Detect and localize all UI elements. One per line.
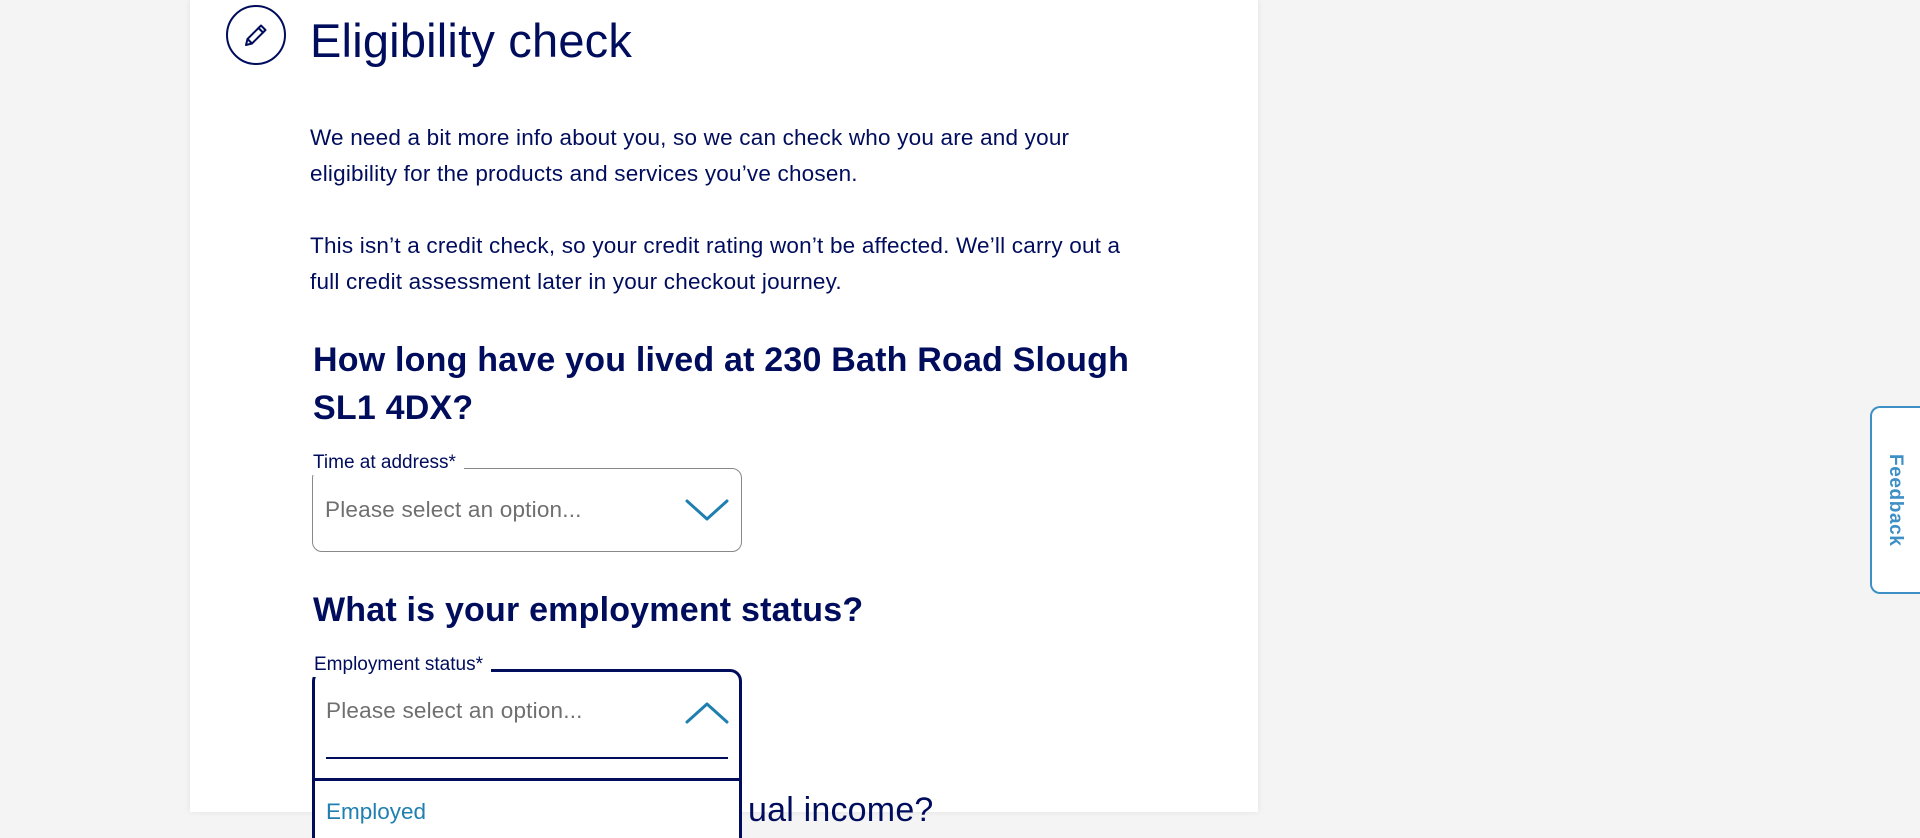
feedback-label: Feedback [1885, 454, 1906, 547]
employment-status-underline [326, 757, 728, 759]
chevron-up-icon[interactable] [683, 694, 731, 730]
time-at-address-select[interactable]: Time at address* Please select an option… [311, 451, 742, 552]
pencil-icon [226, 5, 286, 65]
page-title: Eligibility check [310, 14, 633, 67]
employment-option-employed[interactable]: Employed [326, 797, 426, 827]
employment-status-options: Employed [312, 778, 742, 838]
income-question-fragment: ual income? [748, 791, 934, 829]
eligibility-card: Eligibility check We need a bit more inf… [190, 0, 1258, 838]
employment-status-placeholder: Please select an option... [326, 698, 583, 723]
intro-paragraph-credit: This isn’t a credit check, so your credi… [310, 233, 1121, 294]
feedback-tab[interactable]: Feedback [1870, 406, 1920, 594]
chevron-down-icon[interactable] [683, 491, 731, 527]
time-at-address-placeholder: Please select an option... [325, 497, 582, 522]
employment-question-heading: What is your employment status? [313, 591, 864, 629]
time-at-address-label: Time at address* [311, 451, 464, 475]
address-question-heading: How long have you lived at 230 Bath Road… [313, 341, 1130, 427]
intro-paragraph-identity: We need a bit more info about you, so we… [310, 125, 1070, 186]
employment-status-label: Employment status* [312, 653, 491, 677]
employment-status-select[interactable]: Employment status* Please select an opti… [312, 653, 742, 781]
